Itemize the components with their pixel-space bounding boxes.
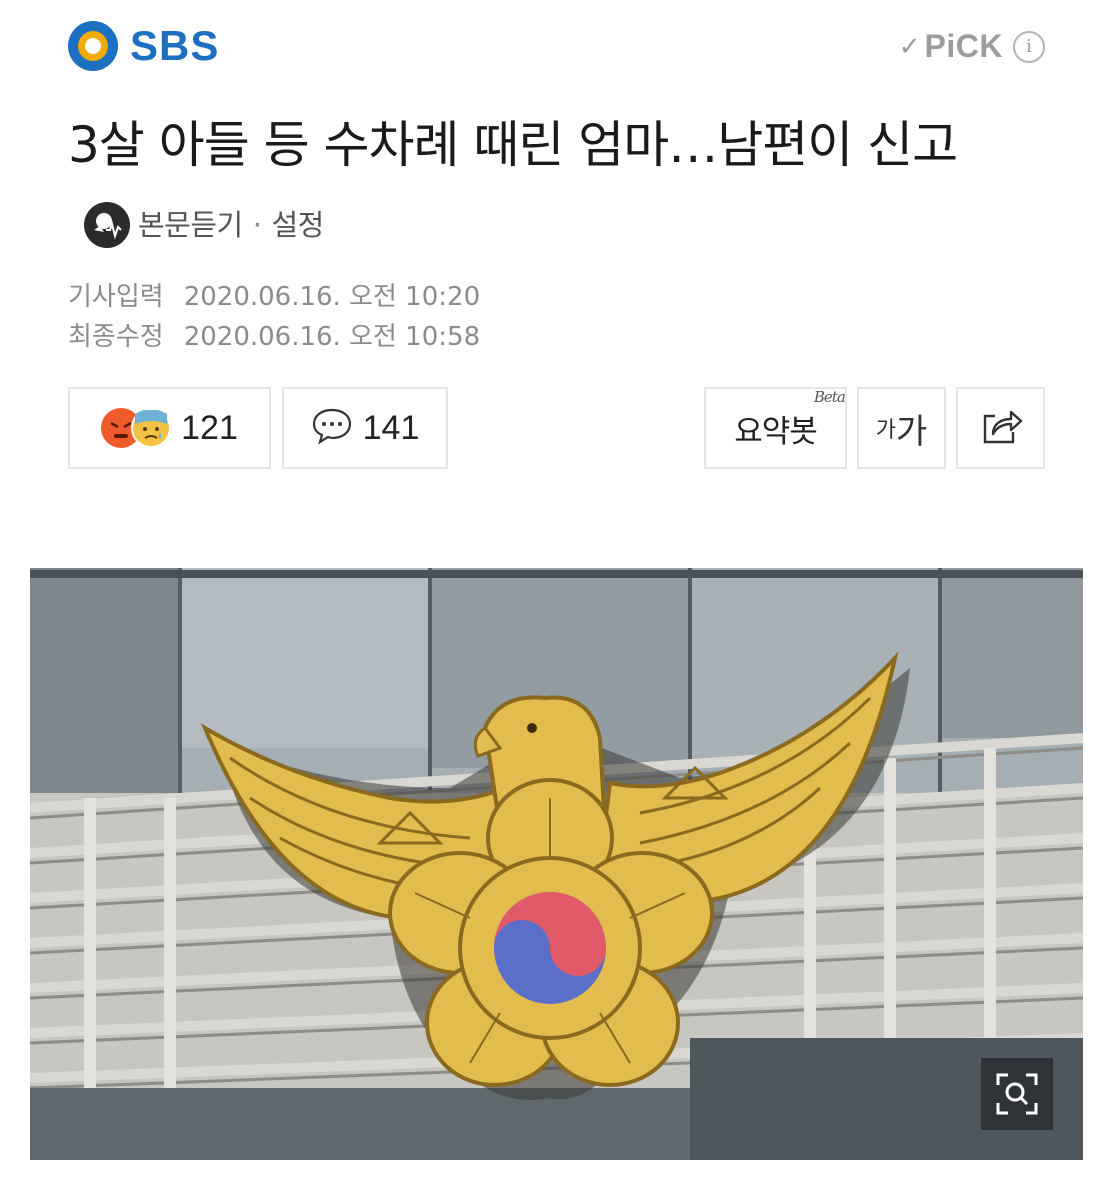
sad-face-icon: [131, 408, 172, 448]
listen-button[interactable]: 본문듣기: [138, 184, 243, 266]
beta-badge: Beta: [813, 387, 846, 406]
share-icon: [979, 406, 1023, 450]
reaction-button[interactable]: 121: [68, 387, 271, 469]
article-page: SBS ✓ PiCK i 3살 아들 등 수차례 때린 엄마…남편이 신고 본문…: [0, 0, 1113, 1200]
speech-bubble-icon: [311, 407, 353, 449]
font-small-glyph: 가: [875, 418, 896, 443]
modified-value: 2020.06.16. 오전 10:58: [183, 322, 481, 352]
article-headline: 3살 아들 등 수차례 때린 엄마…남편이 신고 본문듣기 · 설정: [68, 104, 1048, 272]
summary-text: 요약봇: [734, 413, 818, 450]
headline-text: 3살 아들 등 수차례 때린 엄마…남편이 신고: [68, 116, 958, 174]
settings-button[interactable]: 설정: [271, 184, 324, 266]
sbs-logo-icon: [68, 21, 118, 71]
separator: ·: [252, 207, 262, 242]
brand-text: SBS: [130, 22, 220, 69]
published-row: 기사입력 2020.06.16. 오전 10:20: [68, 277, 480, 317]
pick-label: PiCK: [924, 28, 1003, 64]
listen-icon[interactable]: [84, 201, 130, 248]
summary-label: 요약봇 Beta: [734, 388, 846, 451]
published-key: 기사입력: [68, 282, 164, 312]
modified-key: 최종수정: [68, 322, 164, 352]
published-value: 2020.06.16. 오전 10:20: [183, 282, 481, 312]
comment-count: 141: [362, 408, 420, 447]
police-emblem-photo[interactable]: [30, 568, 1083, 1160]
modified-row: 최종수정 2020.06.16. 오전 10:58: [68, 317, 480, 357]
info-icon[interactable]: i: [1013, 30, 1045, 63]
pick-badge[interactable]: ✓ PiCK i: [899, 28, 1045, 65]
comment-button[interactable]: 141: [282, 387, 448, 469]
check-icon: ✓: [898, 31, 921, 62]
font-large-glyph: 가: [895, 411, 928, 452]
reaction-count: 121: [181, 408, 238, 447]
summary-bot-button[interactable]: 요약봇 Beta: [704, 387, 847, 469]
font-size-button[interactable]: 가 가: [857, 387, 946, 469]
sbs-logo[interactable]: SBS: [68, 14, 219, 78]
zoom-icon[interactable]: [981, 1058, 1053, 1130]
article-info: 기사입력 2020.06.16. 오전 10:20 최종수정 2020.06.16.…: [68, 277, 480, 357]
listen-controls: 본문듣기 · 설정: [84, 184, 324, 266]
share-button[interactable]: [956, 387, 1045, 469]
